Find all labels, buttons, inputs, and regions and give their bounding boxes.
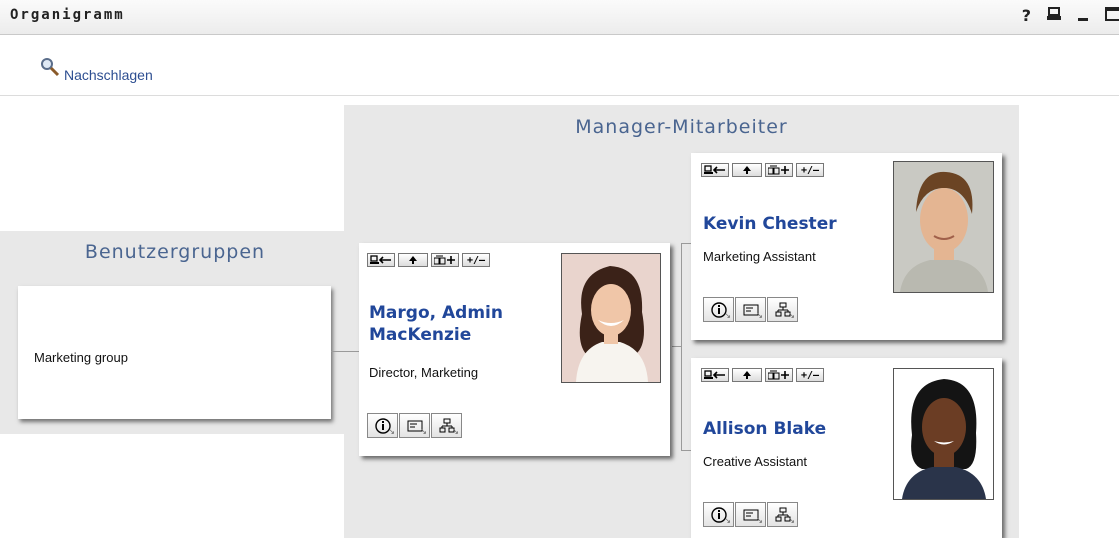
user-groups-title: Benutzergruppen xyxy=(84,241,266,263)
org-chart-icon[interactable]: ↘ xyxy=(767,297,798,322)
up-arrow-button[interactable] xyxy=(732,163,762,177)
show-subordinates-button[interactable] xyxy=(765,368,793,382)
lookup-link[interactable]: Nachschlagen xyxy=(40,57,153,83)
help-icon[interactable]: ? xyxy=(1022,6,1031,25)
manager-name-line1[interactable]: Margo, Admin xyxy=(369,302,503,324)
toolbar: Nachschlagen xyxy=(0,35,1119,96)
card-nav-buttons: +/– xyxy=(701,163,824,177)
card-nav-buttons: +/– xyxy=(367,253,490,267)
maximize-icon[interactable] xyxy=(1105,6,1119,25)
window-controls: ? xyxy=(1022,6,1119,25)
group-card[interactable]: Marketing group xyxy=(18,286,331,419)
connector-line xyxy=(681,450,691,451)
up-arrow-button[interactable] xyxy=(732,368,762,382)
employee-actions: ↘ ↘ ↘ xyxy=(703,502,799,527)
expand-collapse-button[interactable]: +/– xyxy=(796,163,824,177)
expand-collapse-button[interactable]: +/– xyxy=(462,253,490,267)
employee-photo xyxy=(893,161,994,293)
show-as-root-button[interactable] xyxy=(701,368,729,382)
employee-role: Creative Assistant xyxy=(703,454,808,469)
employee-card: +/– Allison Blake Creative Assistant ↘ ↘… xyxy=(691,358,1002,538)
employee-photo xyxy=(893,368,994,500)
minimize-icon[interactable] xyxy=(1077,6,1089,25)
magnifier-icon xyxy=(40,57,62,79)
card-nav-buttons: +/– xyxy=(701,368,824,382)
email-icon[interactable]: ↘ xyxy=(735,502,766,527)
email-icon[interactable]: ↘ xyxy=(735,297,766,322)
lookup-label[interactable]: Nachschlagen xyxy=(64,67,153,83)
manager-photo xyxy=(561,253,661,383)
employee-card: +/– Kevin Chester Marketing Assistant ↘ … xyxy=(691,153,1002,340)
info-icon[interactable]: ↘ xyxy=(703,502,734,527)
manager-role: Director, Marketing xyxy=(369,365,479,380)
window-title: Organigramm xyxy=(10,7,125,23)
org-chart-icon[interactable]: ↘ xyxy=(431,413,462,438)
org-chart-icon[interactable]: ↘ xyxy=(767,502,798,527)
print-icon[interactable] xyxy=(1047,6,1061,25)
manager-name[interactable]: Margo, Admin MacKenzie xyxy=(369,302,503,346)
connector-line xyxy=(672,346,682,347)
show-subordinates-button[interactable] xyxy=(431,253,459,267)
email-icon[interactable]: ↘ xyxy=(399,413,430,438)
show-as-root-button[interactable] xyxy=(701,163,729,177)
manager-name-line2[interactable]: MacKenzie xyxy=(369,324,503,346)
employee-name[interactable]: Kevin Chester xyxy=(703,213,837,235)
manager-actions: ↘ ↘ ↘ xyxy=(367,413,463,438)
info-icon[interactable]: ↘ xyxy=(703,297,734,322)
window-titlebar: Organigramm ? xyxy=(0,0,1119,35)
connector-line xyxy=(681,243,691,244)
manager-panel-title: Manager-Mitarbeiter xyxy=(575,116,788,138)
employee-name[interactable]: Allison Blake xyxy=(703,418,826,440)
expand-collapse-button[interactable]: +/– xyxy=(796,368,824,382)
employee-role: Marketing Assistant xyxy=(703,249,816,264)
employee-actions: ↘ ↘ ↘ xyxy=(703,297,799,322)
manager-card: +/– Margo, Admin MacKenzie Director, Mar… xyxy=(359,243,670,456)
info-icon[interactable]: ↘ xyxy=(367,413,398,438)
connector-line xyxy=(331,351,359,352)
show-as-root-button[interactable] xyxy=(367,253,395,267)
up-arrow-button[interactable] xyxy=(398,253,428,267)
group-name[interactable]: Marketing group xyxy=(34,350,128,365)
show-subordinates-button[interactable] xyxy=(765,163,793,177)
